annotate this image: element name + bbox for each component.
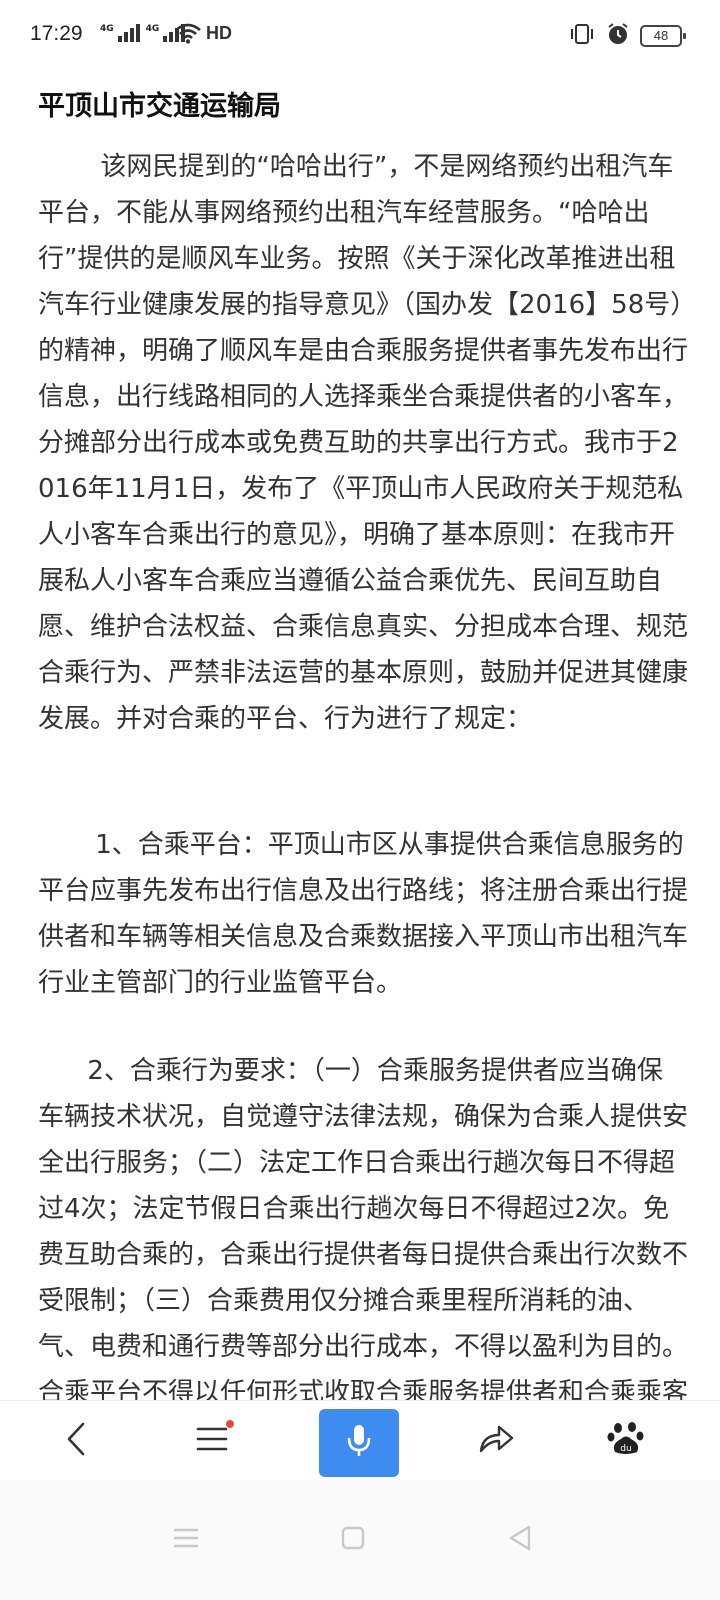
baidu-button[interactable]: du	[590, 1401, 662, 1481]
voice-search-button[interactable]	[319, 1409, 399, 1477]
article-paragraph: 2、合乘行为要求：（一）合乘服务提供者应当确保车辆技术状况，自觉遵守法律法规，确…	[38, 1056, 689, 1400]
battery-icon: 48	[640, 25, 686, 47]
recent-apps-button[interactable]	[150, 1500, 222, 1580]
share-button[interactable]	[460, 1401, 532, 1481]
menu-button[interactable]	[176, 1401, 248, 1481]
notification-dot	[226, 1420, 234, 1428]
baidu-paw-icon: du	[607, 1420, 645, 1462]
vibrate-icon	[568, 23, 596, 49]
home-icon	[340, 1525, 366, 1555]
article-paragraph: 该网民提到的“哈哈出行”，不是网络预约出租汽车平台，不能从事网络预约出租汽车经营…	[38, 152, 689, 734]
signal-group: 4G 4G	[100, 24, 186, 42]
status-bar: 17:29 4G 4G HD 48	[0, 0, 720, 72]
status-time: 17:29	[30, 22, 83, 45]
back-button[interactable]	[40, 1401, 112, 1481]
back-triangle-icon	[507, 1524, 533, 1556]
system-back-button[interactable]	[484, 1500, 556, 1580]
share-icon	[477, 1423, 515, 1459]
svg-text:du: du	[620, 1444, 631, 1454]
article-content[interactable]: 平顶山市交通运输局 该网民提到的“哈哈出行”，不是网络预约出租汽车平台，不能从事…	[0, 72, 720, 1400]
article-title: 平顶山市交通运输局	[38, 91, 281, 122]
home-button[interactable]	[317, 1500, 389, 1580]
alarm-icon	[606, 22, 630, 50]
back-icon	[63, 1421, 89, 1461]
recent-apps-icon	[173, 1527, 199, 1553]
system-nav-bar	[0, 1480, 720, 1600]
signal-1-icon: 4G	[100, 24, 140, 42]
wifi-icon	[174, 22, 202, 48]
status-right: 48	[568, 22, 686, 50]
microphone-icon	[346, 1423, 372, 1463]
menu-icon	[196, 1420, 234, 1458]
bottom-toolbar: du	[0, 1400, 720, 1480]
article-paragraph: 1、合乘平台：平顶山市区从事提供合乘信息服务的平台应事先发布出行信息及出行路线；…	[38, 830, 689, 998]
hd-indicator: HD	[206, 23, 232, 43]
